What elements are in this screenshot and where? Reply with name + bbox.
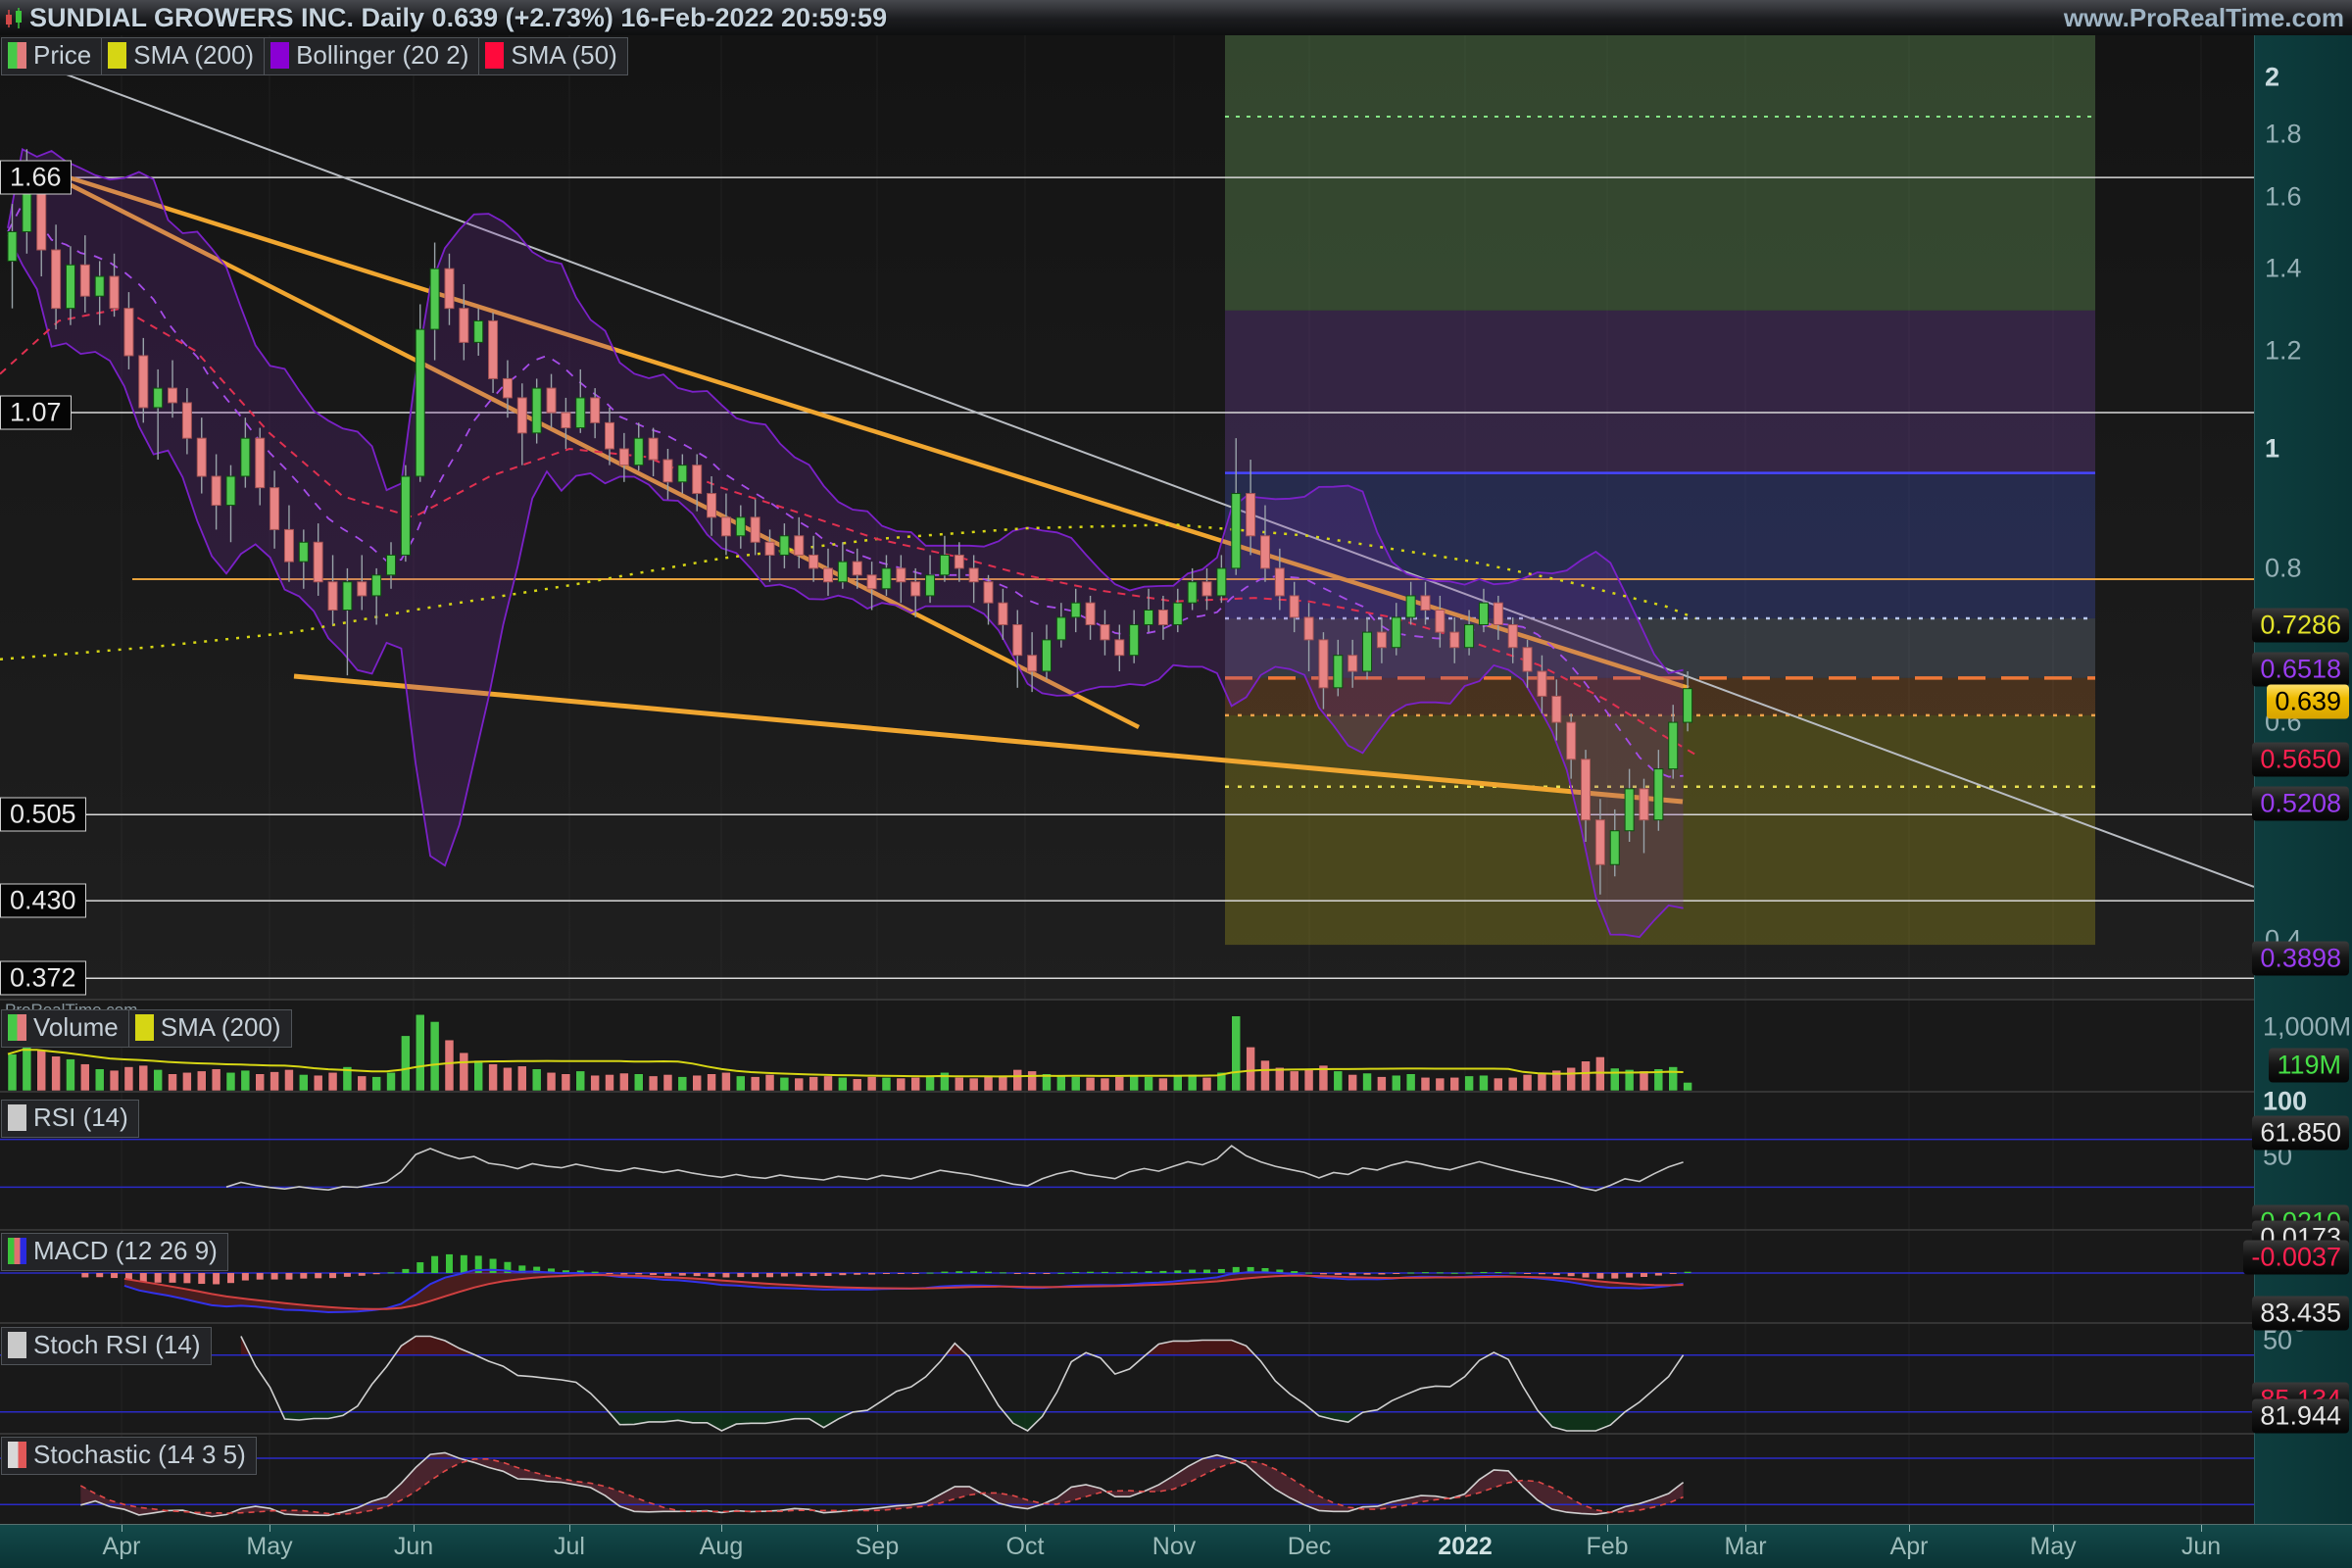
legend-sma50[interactable]: SMA (50) — [478, 37, 627, 75]
legend-price-label: Price — [33, 40, 91, 71]
y-axis-tick: 1.4 — [2265, 254, 2302, 284]
x-axis-tick — [1465, 1525, 1466, 1532]
price-axis-value-box: 0.5208 — [2252, 787, 2349, 821]
x-axis-tick — [1174, 1525, 1175, 1532]
price-icon — [8, 42, 26, 69]
title-bar: SUNDIAL GROWERS INC. Daily 0.639 (+2.73%… — [0, 0, 2352, 35]
y-axis-tick: 0.8 — [2265, 553, 2302, 583]
price-axis[interactable]: 21.81.61.41.210.80.60.41,000M10050100500… — [2254, 35, 2352, 1524]
left-price-label: 0.372 — [0, 961, 86, 996]
left-price-label: 0.430 — [0, 884, 86, 918]
x-axis-month-label: Sep — [856, 1533, 899, 1561]
price-axis-value-box: 0.6518 — [2252, 653, 2349, 687]
legend-sma200[interactable]: SMA (200) — [101, 37, 265, 75]
legend-bollinger-label: Bollinger (20 2) — [296, 40, 468, 71]
y-axis-tick: 2 — [2265, 63, 2279, 93]
x-axis-tick — [721, 1525, 722, 1532]
macd-value-box: -0.0037 — [2243, 1241, 2349, 1275]
x-axis-month-label: Aug — [700, 1533, 743, 1561]
left-price-label: 1.07 — [0, 396, 72, 430]
x-axis-tick — [1025, 1525, 1026, 1532]
volume-tick: 1,000M — [2263, 1012, 2351, 1043]
legend-sma200-label: SMA (200) — [133, 40, 254, 71]
x-axis-tick — [1745, 1525, 1746, 1532]
price-legend-row: Price SMA (200) Bollinger (20 2) SMA (50… — [2, 37, 628, 75]
volume-sma-icon — [135, 1014, 154, 1041]
x-axis-month-label: Feb — [1586, 1533, 1628, 1561]
stochastic-value-box: 81.944 — [2252, 1399, 2349, 1434]
candlestick-logo-icon — [4, 7, 25, 30]
stochastic-legend-row: Stochastic (14 3 5) — [2, 1437, 257, 1475]
legend-stochrsi[interactable]: Stoch RSI (14) — [1, 1327, 212, 1365]
sma200-icon — [108, 42, 126, 69]
x-axis-month-label: Jul — [554, 1533, 585, 1561]
chart-plot-area[interactable] — [0, 0, 2254, 1568]
x-axis-month-label: Apr — [103, 1533, 141, 1561]
price-axis-value-box: 0.5650 — [2252, 743, 2349, 777]
y-axis-tick: 1.6 — [2265, 182, 2302, 213]
prorealtime-link: www.ProRealTime.com — [2064, 3, 2344, 33]
x-axis-tick — [1309, 1525, 1310, 1532]
projection-zone — [1225, 311, 2095, 473]
left-price-label: 1.66 — [0, 161, 72, 195]
y-axis-tick: 1.2 — [2265, 336, 2302, 367]
legend-stochrsi-label: Stoch RSI (14) — [33, 1330, 201, 1360]
stochrsi-legend-row: Stoch RSI (14) — [2, 1327, 212, 1365]
legend-volume[interactable]: Volume — [1, 1009, 129, 1048]
legend-sma50-label: SMA (50) — [511, 40, 616, 71]
macd-legend-row: MACD (12 26 9) — [2, 1233, 228, 1271]
x-axis-month-label: Jun — [394, 1533, 433, 1561]
y-axis-tick: 1.8 — [2265, 119, 2302, 149]
bollinger-icon — [270, 42, 289, 69]
legend-macd[interactable]: MACD (12 26 9) — [1, 1233, 228, 1271]
x-axis-tick — [1607, 1525, 1608, 1532]
legend-stochastic[interactable]: Stochastic (14 3 5) — [1, 1437, 257, 1475]
price-axis-value-box: 0.7286 — [2252, 609, 2349, 643]
price-axis-value-box: 0.3898 — [2252, 942, 2349, 976]
trading-app-window: SUNDIAL GROWERS INC. Daily 0.639 (+2.73%… — [0, 0, 2352, 1568]
volume-legend-row: Volume SMA (200) — [2, 1009, 292, 1048]
legend-rsi[interactable]: RSI (14) — [1, 1100, 139, 1138]
sma50-icon — [485, 42, 504, 69]
rsi-legend-row: RSI (14) — [2, 1100, 139, 1138]
x-axis-month-label: May — [2030, 1533, 2076, 1561]
stochrsi-icon — [8, 1332, 26, 1358]
volume-icon — [8, 1014, 26, 1041]
legend-rsi-label: RSI (14) — [33, 1102, 128, 1133]
legend-price[interactable]: Price — [1, 37, 102, 75]
x-axis-tick — [1909, 1525, 1910, 1532]
x-axis-month-label: May — [246, 1533, 292, 1561]
legend-macd-label: MACD (12 26 9) — [33, 1236, 218, 1266]
x-axis-tick — [569, 1525, 570, 1532]
legend-volume-sma-label: SMA (200) — [161, 1012, 281, 1043]
x-axis-month-label: Nov — [1152, 1533, 1196, 1561]
chart-title: SUNDIAL GROWERS INC. Daily 0.639 (+2.73%… — [29, 3, 887, 33]
x-axis-tick — [877, 1525, 878, 1532]
macd-icon — [8, 1238, 26, 1264]
legend-stochastic-label: Stochastic (14 3 5) — [33, 1440, 246, 1470]
x-axis-month-label: Dec — [1288, 1533, 1331, 1561]
x-axis-month-label: 2022 — [1438, 1533, 1493, 1561]
x-axis-month-label: Jun — [2181, 1533, 2221, 1561]
x-axis-month-label: Oct — [1006, 1533, 1045, 1561]
x-axis-tick — [2053, 1525, 2054, 1532]
y-axis-tick: 1 — [2265, 434, 2279, 465]
legend-bollinger[interactable]: Bollinger (20 2) — [264, 37, 479, 75]
stochrsi-value-box: 83.435 — [2252, 1297, 2349, 1331]
x-axis-month-label: Apr — [1890, 1533, 1929, 1561]
x-axis-month-label: Mar — [1724, 1533, 1766, 1561]
x-axis-tick — [414, 1525, 415, 1532]
rsi-icon — [8, 1104, 26, 1131]
volume-value-box: 119M — [2269, 1049, 2349, 1083]
legend-volume-sma[interactable]: SMA (200) — [128, 1009, 292, 1048]
rsi-tick: 100 — [2263, 1087, 2307, 1117]
time-axis[interactable]: Apr May Jun Jul Aug Sep Oct Nov Dec 2022 Feb Mar Apr… — [0, 1524, 2352, 1568]
price-axis-value-box: 0.639 — [2267, 685, 2349, 719]
projection-zone — [1225, 35, 2095, 311]
stochastic-icon — [8, 1442, 26, 1468]
x-axis-tick — [2201, 1525, 2202, 1532]
rsi-value-box: 61.850 — [2252, 1116, 2349, 1151]
legend-volume-label: Volume — [33, 1012, 119, 1043]
left-price-label: 0.505 — [0, 798, 86, 832]
